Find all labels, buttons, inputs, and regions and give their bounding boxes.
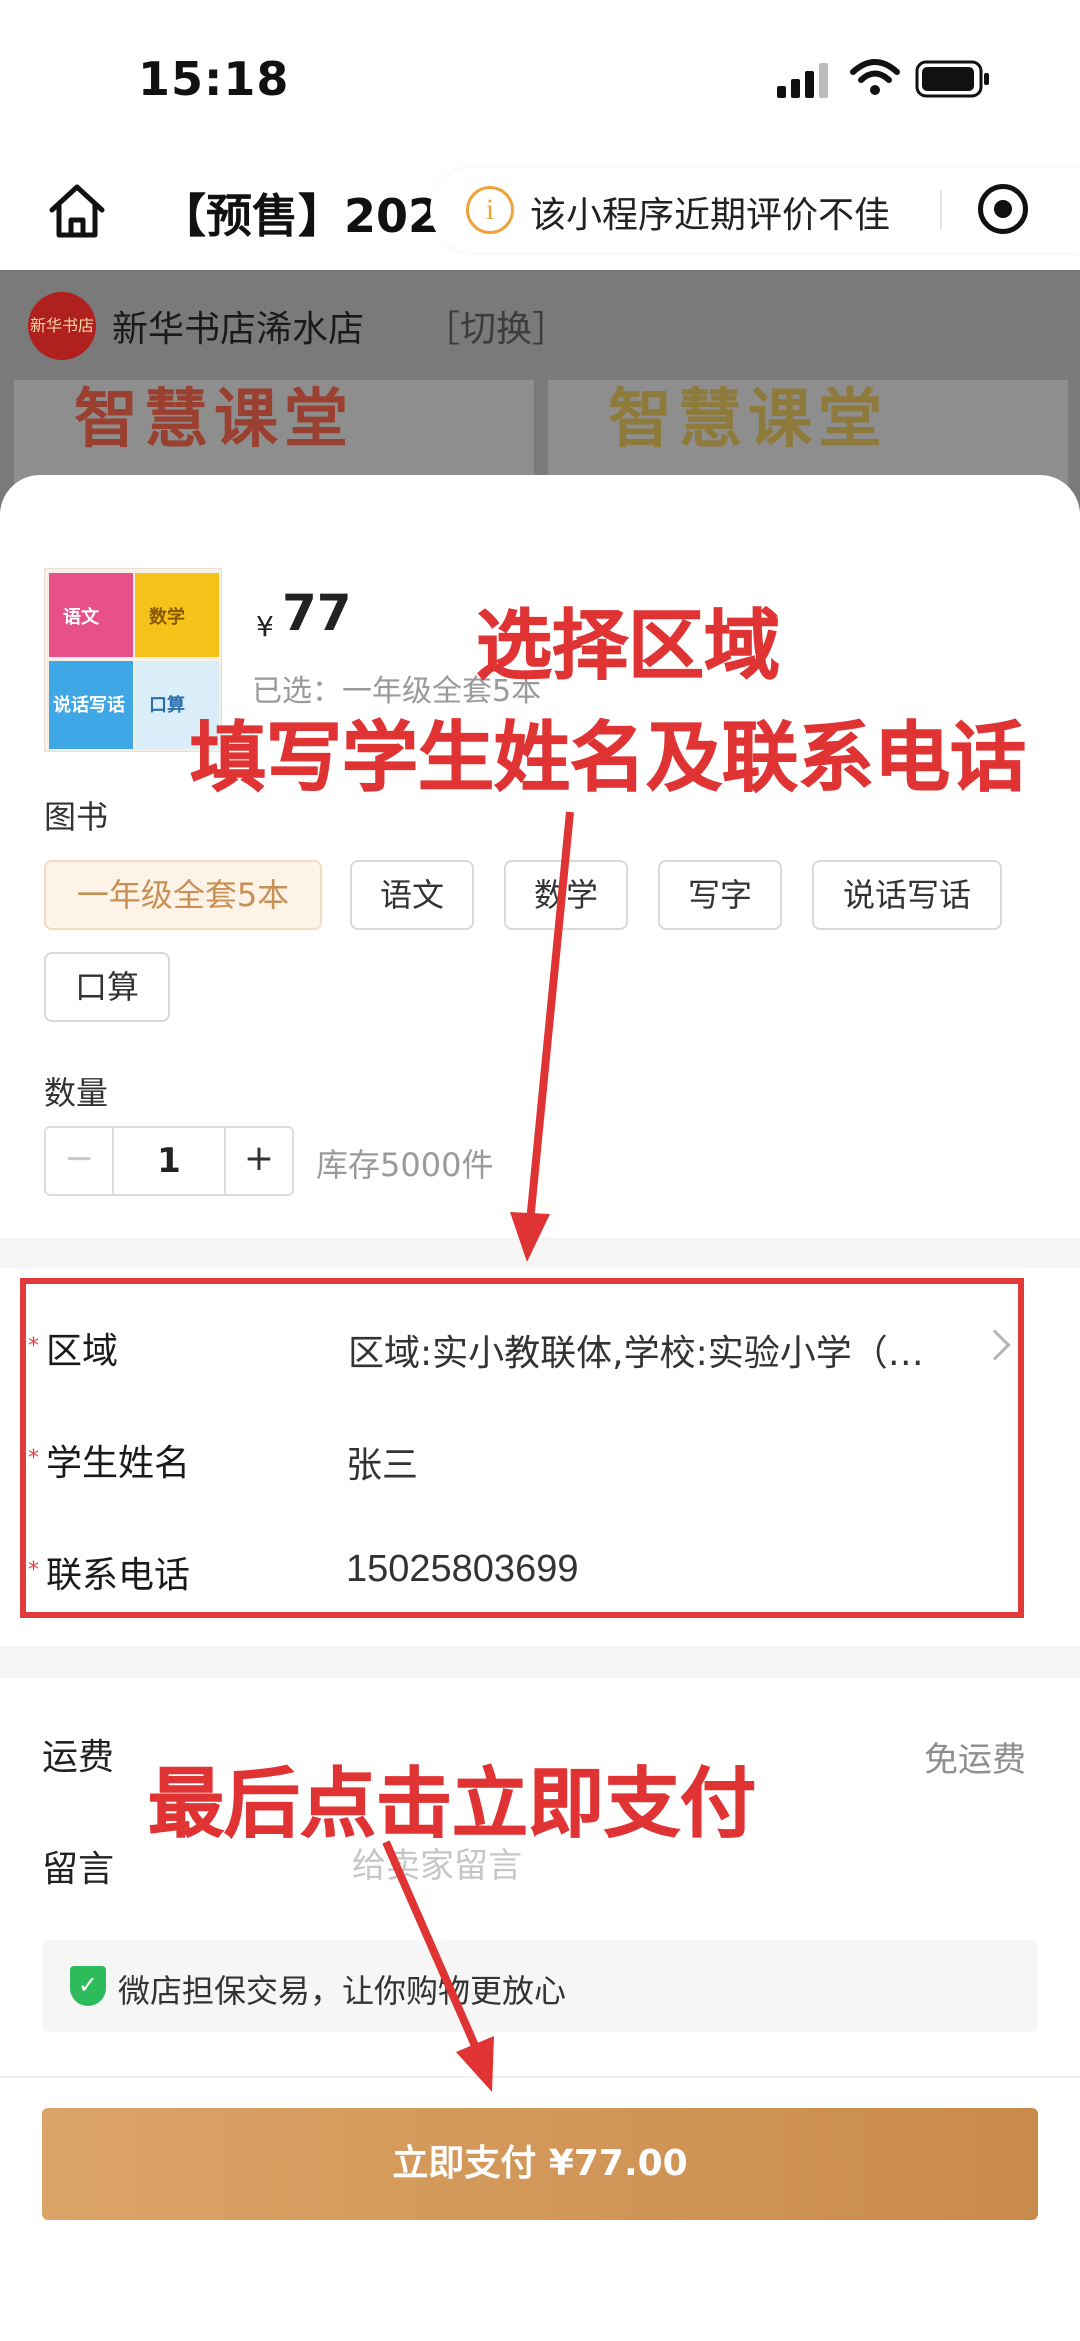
- book-cover: 说话写话: [49, 661, 133, 749]
- quantity-input[interactable]: 1: [114, 1128, 224, 1194]
- banner-left: 智慧课堂: [14, 380, 534, 490]
- guarantee-text: 微店担保交易，让你购物更放心: [118, 1972, 567, 2010]
- banner-right: 智慧课堂: [548, 380, 1068, 490]
- cellular-signal-icon: [777, 63, 828, 98]
- sku-option-math[interactable]: 数学: [504, 860, 628, 930]
- quantity-increase-button[interactable]: +: [224, 1128, 292, 1194]
- status-time: 15:18: [138, 52, 290, 106]
- section-divider: [0, 1238, 1080, 1268]
- annotation-highlight-box: [20, 1278, 1024, 1618]
- close-program-icon-dot: [994, 200, 1012, 218]
- message-label: 留言: [42, 1849, 115, 1890]
- shield-check-icon: ✓: [70, 1966, 106, 2006]
- annotation-fill-info: 填写学生姓名及联系电话: [190, 713, 1027, 803]
- shipping-label: 运费: [42, 1737, 115, 1778]
- info-icon: i: [466, 186, 514, 234]
- battery-icon: [915, 60, 989, 98]
- book-cover: 语文: [49, 573, 133, 657]
- product-price: 77: [282, 584, 352, 642]
- books-section-label: 图书: [44, 798, 109, 836]
- store-name: 新华书店浠水店: [112, 309, 365, 350]
- footer-divider: [0, 2076, 1080, 2078]
- capsule-notice[interactable]: 该小程序近期评价不佳: [530, 186, 890, 238]
- banner-text: 智慧课堂: [74, 383, 354, 457]
- home-icon[interactable]: [46, 180, 108, 242]
- section-divider: [0, 1646, 1080, 1678]
- sku-option-full-set[interactable]: 一年级全套5本: [44, 860, 322, 930]
- store-switch-link[interactable]: ［切换］: [424, 300, 568, 352]
- sku-option-mental-math[interactable]: 口算: [44, 952, 170, 1022]
- banner-text: 智慧课堂: [608, 383, 888, 457]
- capsule-divider: [940, 190, 942, 230]
- quantity-decrease-button[interactable]: −: [46, 1128, 114, 1194]
- annotation-pay: 最后点击立即支付: [148, 1759, 757, 1849]
- quantity-label: 数量: [44, 1074, 109, 1112]
- sku-option-chinese[interactable]: 语文: [350, 860, 474, 930]
- sku-option-writing[interactable]: 写字: [658, 860, 782, 930]
- pay-now-button[interactable]: 立即支付 ¥77.00: [42, 2108, 1038, 2220]
- book-cover: 数学: [135, 573, 219, 657]
- wifi-icon: [850, 59, 900, 95]
- shipping-value: 免运费: [924, 1740, 1026, 1780]
- page-title: 【预售】2026: [160, 189, 473, 243]
- sku-option-speaking-writing[interactable]: 说话写话: [812, 860, 1002, 930]
- stock-text: 库存5000件: [316, 1146, 494, 1184]
- store-logo: 新华书店: [28, 292, 96, 360]
- currency-symbol: ¥: [256, 610, 274, 643]
- annotation-select-region: 选择区域: [476, 601, 781, 691]
